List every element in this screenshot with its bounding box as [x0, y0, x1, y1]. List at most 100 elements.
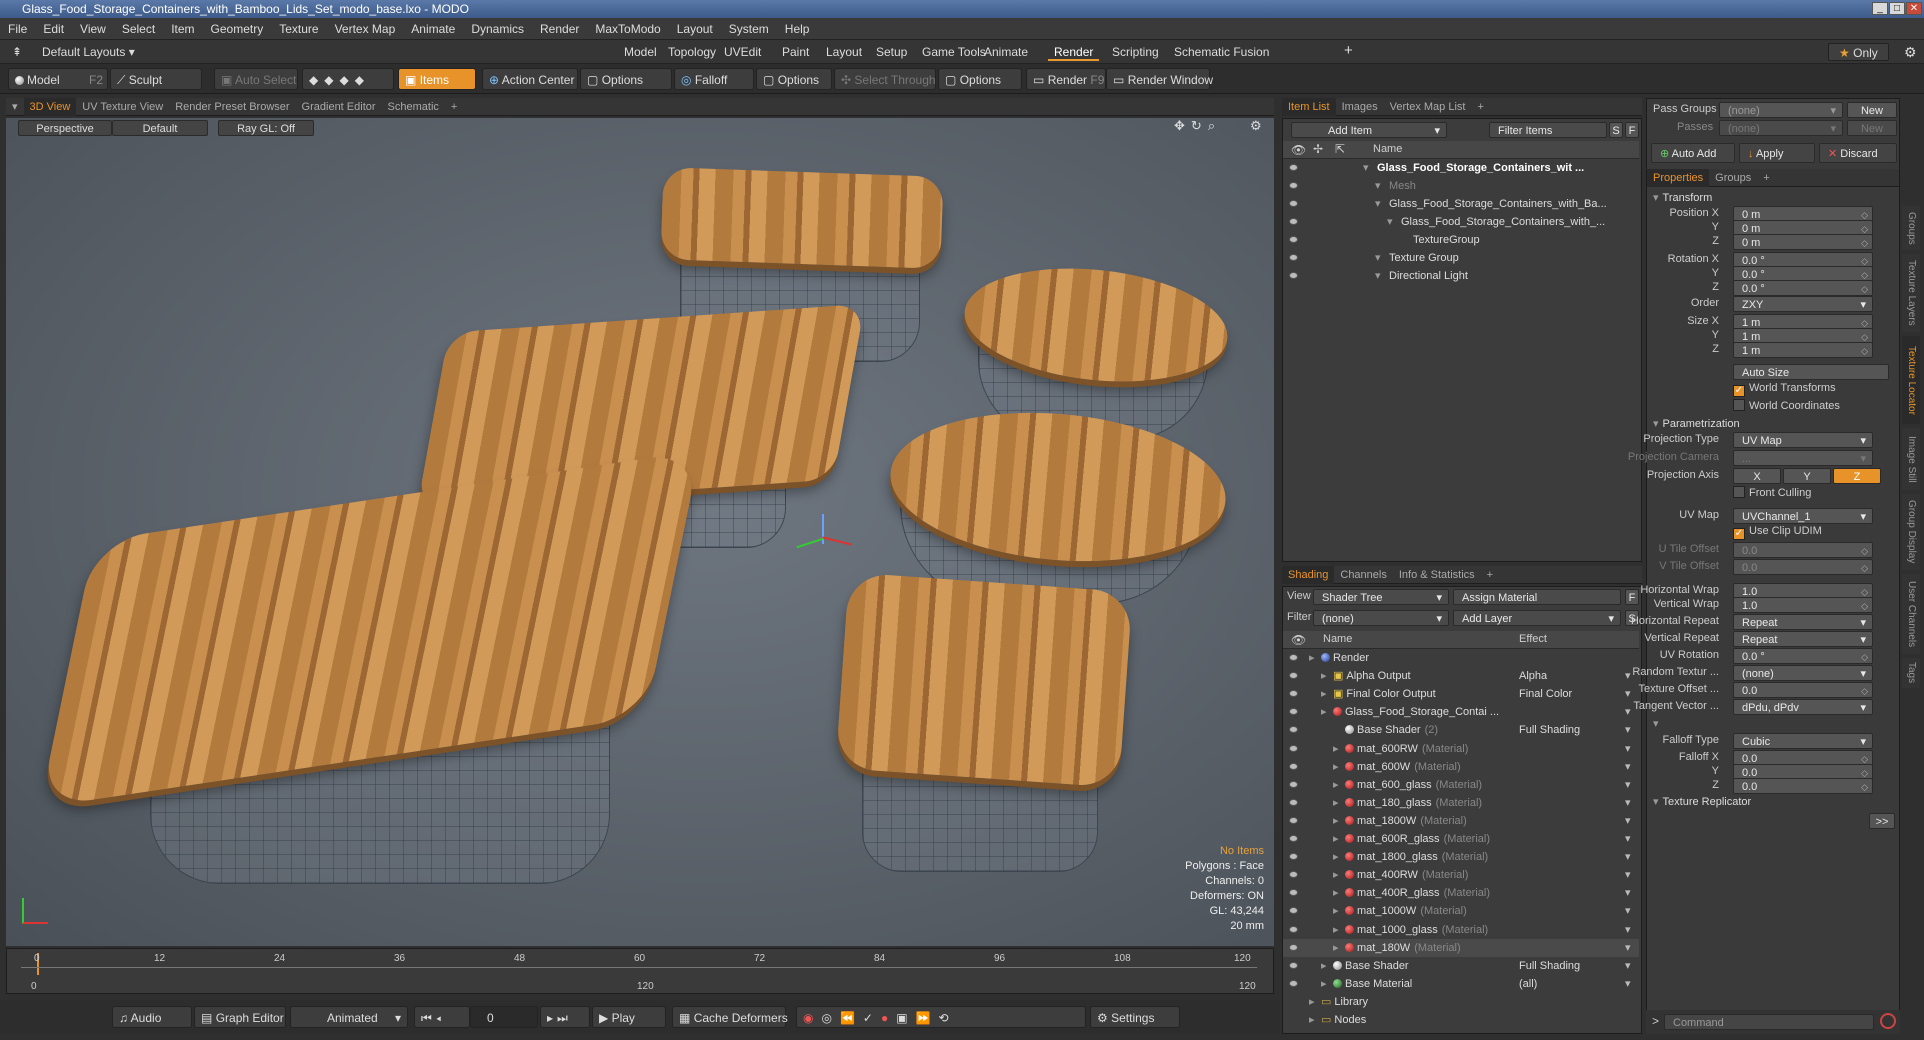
stepper-icon[interactable]: ◇	[1861, 343, 1868, 357]
menu-geometry[interactable]: Geometry	[203, 18, 272, 40]
expand-arrow-icon[interactable]: ▸	[1309, 649, 1315, 667]
chevron-down-icon[interactable]: ▾	[1625, 703, 1631, 721]
rotate-view-icon[interactable]: ↻	[1191, 118, 1208, 133]
model-mode-button[interactable]: Model F2	[8, 68, 108, 90]
edge-mode-icon[interactable]: ◆	[324, 73, 339, 87]
tangent-vector-dropdown[interactable]: dPdu, dPdv ▾	[1733, 699, 1873, 715]
graph-editor-button[interactable]: ▤ Graph Editor	[194, 1006, 286, 1028]
expand-arrow-icon[interactable]: ▸	[1321, 957, 1327, 975]
chevron-down-icon[interactable]: ▾	[1625, 939, 1631, 957]
v-tile-offset-field[interactable]: 0.0 ◇	[1733, 559, 1873, 575]
position-z-field[interactable]: 0 m ◇	[1733, 234, 1873, 250]
visibility-eye-icon[interactable]	[1289, 780, 1298, 788]
shader-row[interactable]: ▸ mat_600W (Material) ▾	[1283, 758, 1639, 776]
gear-icon[interactable]: ⚙	[1898, 43, 1923, 61]
expand-arrow-icon[interactable]: ▸	[1333, 812, 1339, 830]
new-pass-button[interactable]: New	[1847, 120, 1897, 136]
expand-arrow-icon[interactable]: ▸	[1333, 794, 1339, 812]
tab-info-statistics[interactable]: Info & Statistics	[1393, 566, 1481, 584]
menu-help[interactable]: Help	[777, 18, 818, 40]
3d-viewport[interactable]: Perspective Default Ray GL: Off ✥↻⌕ ⚙ No…	[6, 118, 1274, 946]
layout-tab-paint[interactable]: Paint	[776, 43, 815, 61]
zoom-view-icon[interactable]: ⌕	[1208, 118, 1221, 133]
chevron-down-icon[interactable]: ▾	[1625, 812, 1631, 830]
polygon-mode-icon[interactable]: ◆	[339, 73, 354, 87]
world-coordinates-checkbox[interactable]: World Coordinates	[1733, 399, 1840, 412]
collapse-arrow-icon[interactable]: ▾	[1653, 192, 1659, 204]
side-tab-image-still[interactable]: Image Still	[1902, 428, 1920, 490]
projection-camera-dropdown[interactable]: ... ▾	[1733, 450, 1873, 466]
stepper-icon[interactable]: ◇	[1861, 683, 1868, 697]
assign-material-button[interactable]: Assign Material	[1453, 589, 1621, 605]
menu-texture[interactable]: Texture	[271, 18, 326, 40]
visibility-eye-icon[interactable]	[1289, 272, 1298, 279]
chevron-down-icon[interactable]: ▾	[1625, 975, 1631, 993]
chevron-down-icon[interactable]: ▾	[1625, 758, 1631, 776]
add-tab-icon[interactable]: +	[1481, 566, 1499, 584]
item-row[interactable]: ▾ Directional Light	[1283, 267, 1639, 285]
side-tab-texture-locator[interactable]: Texture Locator	[1902, 336, 1920, 424]
horizontal-repeat-dropdown[interactable]: Repeat ▾	[1733, 614, 1873, 630]
visibility-eye-icon[interactable]	[1289, 690, 1298, 698]
falloff-type-dropdown[interactable]: Cubic ▾	[1733, 733, 1873, 749]
shader-row[interactable]: ▸ mat_180W (Material) ▾	[1283, 938, 1639, 957]
action-center-options-button[interactable]: ▢ Options	[580, 68, 672, 90]
add-item-dropdown[interactable]: Add Item ▾	[1291, 122, 1447, 138]
side-tab-tags[interactable]: Tags	[1902, 658, 1920, 688]
menu-system[interactable]: System	[721, 18, 777, 40]
visibility-eye-icon[interactable]	[1289, 943, 1298, 951]
visibility-eye-icon[interactable]	[1289, 744, 1298, 752]
side-tab-group-display[interactable]: Group Display	[1902, 494, 1920, 570]
add-tab-icon[interactable]: +	[1757, 169, 1775, 187]
chevron-down-icon[interactable]: ▾	[1625, 830, 1631, 848]
select-through-button[interactable]: ✣ Select Through	[834, 68, 936, 90]
shader-effect-value[interactable]: Alpha	[1519, 667, 1547, 685]
items-mode-button[interactable]: ▣ Items	[398, 68, 476, 90]
view-dropdown[interactable]: Shader Tree ▾	[1313, 589, 1449, 605]
visibility-eye-icon[interactable]	[1289, 816, 1298, 824]
discard-button[interactable]: ✕ Discard	[1819, 143, 1897, 163]
key-set-icon[interactable]: ▣	[896, 1011, 915, 1025]
tab-vertex-map-list[interactable]: Vertex Map List	[1384, 98, 1472, 116]
visibility-eye-icon[interactable]	[1289, 164, 1298, 171]
viewport-nav-icons[interactable]: ✥↻⌕	[1174, 118, 1221, 134]
raygl-dropdown[interactable]: Ray GL: Off	[218, 120, 314, 136]
next-key-tool-icon[interactable]: ⏩	[916, 1011, 939, 1025]
tab-3d-view[interactable]: 3D View	[23, 98, 77, 116]
visibility-eye-icon[interactable]	[1289, 979, 1298, 987]
shader-row[interactable]: ▸ mat_1000W (Material) ▾	[1283, 902, 1639, 920]
command-input[interactable]: Command	[1664, 1014, 1874, 1030]
add-tab-icon[interactable]: +	[1338, 43, 1359, 61]
texture-offset-field[interactable]: 0.0 ◇	[1733, 682, 1873, 698]
shader-row[interactable]: ▸ Base Material (all) ▾	[1283, 975, 1639, 993]
expand-arrow-icon[interactable]: ▸	[1333, 776, 1339, 794]
world-transforms-checkbox[interactable]: ✓ World Transforms	[1733, 382, 1836, 397]
chevron-down-icon[interactable]: ▾	[1625, 884, 1631, 902]
random-texture-dropdown[interactable]: (none) ▾	[1733, 665, 1873, 681]
menu-view[interactable]: View	[72, 18, 114, 40]
shader-row[interactable]: ▸ mat_1800W (Material) ▾	[1283, 812, 1639, 830]
tab-gradient-editor[interactable]: Gradient Editor	[296, 98, 382, 116]
rotation-z-field[interactable]: 0.0 ° ◇	[1733, 280, 1873, 296]
next-key-icon[interactable]: ▸	[547, 1011, 557, 1025]
animated-dropdown[interactable]: Animated ▾	[290, 1006, 408, 1028]
auto-add-button[interactable]: ⊕ Auto Add	[1651, 143, 1735, 163]
menu-edit[interactable]: Edit	[35, 18, 72, 40]
chevron-down-icon[interactable]: ▾	[1625, 921, 1631, 939]
stepper-icon[interactable]: ◇	[1861, 560, 1868, 574]
expand-arrow-icon[interactable]: ▸	[1333, 758, 1339, 776]
menu-animate[interactable]: Animate	[403, 18, 463, 40]
expand-arrow-icon[interactable]: ▸	[1333, 884, 1339, 902]
shader-row[interactable]: ▸ ▭ Library	[1283, 993, 1639, 1011]
loop-icon[interactable]: ⟲	[939, 1011, 957, 1025]
shader-row[interactable]: ▸ mat_600_glass (Material) ▾	[1283, 776, 1639, 794]
selection-mode-group[interactable]: ◆◆◆◆	[302, 68, 394, 90]
menu-file[interactable]: File	[0, 18, 35, 40]
layout-tab-schematic-fusion[interactable]: Schematic Fusion	[1168, 43, 1275, 61]
select-options-button[interactable]: ▢ Options	[938, 68, 1022, 90]
auto-select-button[interactable]: ▣ Auto Select	[214, 68, 298, 90]
expand-arrow-icon[interactable]: ▸	[1333, 740, 1339, 758]
timeline[interactable]: 0 120 120 0 12 24 36 48 60 72 84 96 108 120	[6, 948, 1274, 994]
item-row[interactable]: ▾ Glass_Food_Storage_Containers_with_Ba..…	[1283, 195, 1639, 213]
stepper-icon[interactable]: ◇	[1861, 281, 1868, 295]
